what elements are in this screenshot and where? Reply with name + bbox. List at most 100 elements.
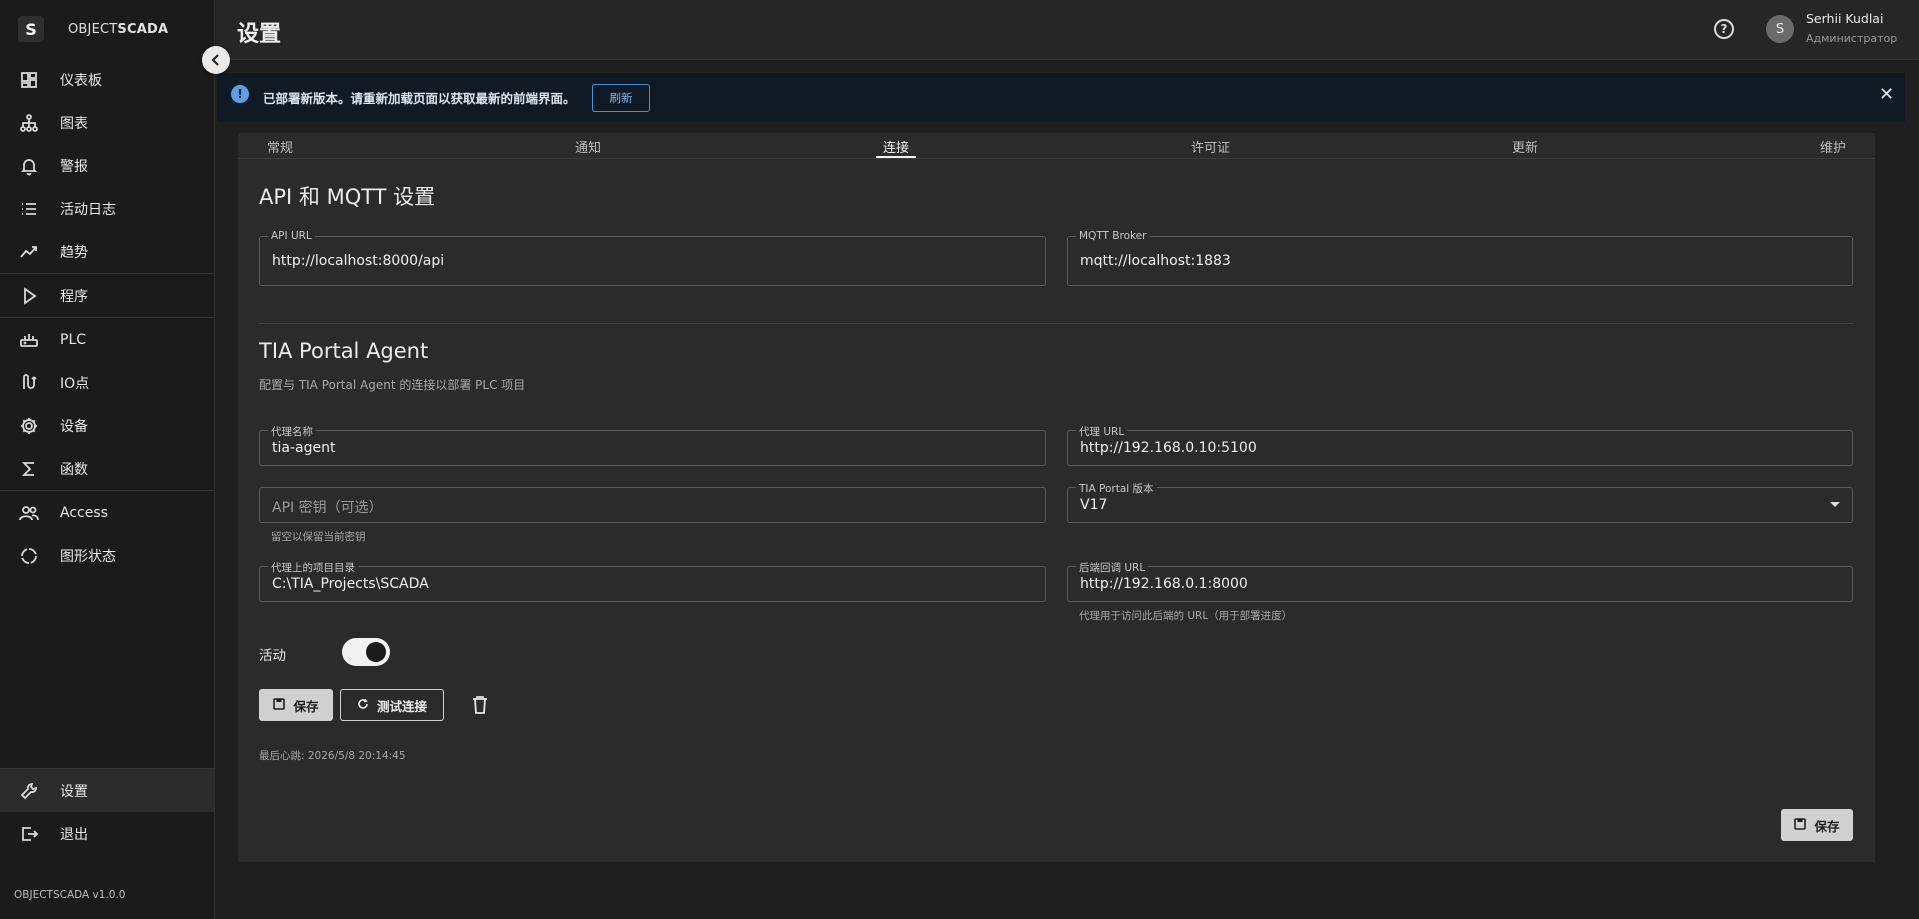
- router-icon: [18, 329, 40, 351]
- active-label: 活动: [259, 648, 286, 664]
- agent-name-field[interactable]: 代理名称 tia-agent: [259, 424, 1046, 466]
- users-icon: [18, 502, 40, 524]
- refresh-icon: [357, 698, 369, 713]
- active-tab-indicator: [876, 156, 916, 158]
- api-key-helper: 留空以保留当前密钥: [271, 531, 366, 543]
- brand-name: OBJECTSCADA: [68, 21, 169, 37]
- sidebar-item-10[interactable]: Access: [0, 491, 214, 534]
- tab-connection[interactable]: 连接: [883, 137, 909, 156]
- user-name: Serhii Kudlai: [1806, 11, 1884, 26]
- cycle-icon: [18, 545, 40, 567]
- tab-maintenance[interactable]: 维护: [1820, 137, 1846, 156]
- callback-url-label: 后端回调 URL: [1076, 560, 1149, 575]
- sidebar-item-8[interactable]: 设备: [0, 404, 214, 447]
- mqtt-broker-field[interactable]: MQTT Broker mqtt://localhost:1883: [1067, 230, 1853, 286]
- api-url-label: API URL: [268, 230, 315, 242]
- settings-tabs: 常规 通知 连接 许可证 更新 维护: [238, 133, 1875, 159]
- api-url-field[interactable]: API URL http://localhost:8000/api: [259, 230, 1046, 286]
- sidebar-item-4[interactable]: 趋势: [0, 230, 214, 273]
- gear-icon: [18, 415, 40, 437]
- sidebar-item-1[interactable]: 图表: [0, 101, 214, 144]
- sidebar-item-11[interactable]: 图形状态: [0, 534, 214, 577]
- tia-save-label: 保存: [293, 698, 319, 714]
- caret-down-icon: [1830, 502, 1840, 507]
- api-key-placeholder: API 密钥（可选）: [272, 500, 383, 516]
- sidebar-item-label: 退出: [60, 826, 88, 843]
- agent-url-label: 代理 URL: [1076, 424, 1128, 439]
- callback-url-field[interactable]: 后端回调 URL http://192.168.0.1:8000: [1067, 560, 1853, 602]
- toggle-knob: [366, 642, 386, 662]
- sidebar: S OBJECTSCADA 仪表板图表警报活动日志趋势 程序 PLC IO点设备函数 A…: [0, 0, 215, 919]
- page-title: 设置: [237, 22, 282, 47]
- tab-notifications[interactable]: 通知: [575, 137, 601, 156]
- sidebar-collapse-button[interactable]: [202, 46, 230, 74]
- footer-save-button[interactable]: 保存: [1781, 809, 1853, 841]
- sidebar-item-label: 活动日志: [60, 201, 116, 218]
- sidebar-item-5[interactable]: 程序: [0, 274, 214, 317]
- api-url-value: http://localhost:8000/api: [272, 253, 445, 269]
- sidebar-item-3[interactable]: 活动日志: [0, 187, 214, 230]
- sidebar-item-0[interactable]: 设置: [0, 769, 215, 812]
- settings-card: 常规 通知 连接 许可证 更新 维护 API 和 MQTT 设置 API URL…: [238, 133, 1875, 862]
- api-key-field[interactable]: API 密钥（可选）: [259, 487, 1046, 523]
- sigma-icon: [18, 458, 40, 480]
- io-icon: [18, 372, 40, 394]
- banner-message: 已部署新版本。请重新加载页面以获取最新的前端界面。: [263, 91, 576, 106]
- alert-info-icon: !: [231, 85, 249, 103]
- close-icon[interactable]: ✕: [1879, 84, 1894, 105]
- wrench-icon: [18, 780, 40, 802]
- dashboard-icon: [18, 69, 40, 91]
- sidebar-bottom: 设置退出: [0, 768, 215, 855]
- sidebar-item-label: 仪表板: [60, 72, 102, 89]
- sidebar-item-label: PLC: [60, 331, 87, 348]
- project-dir-value: C:\TIA_Projects\SCADA: [272, 576, 429, 592]
- sidebar-item-1[interactable]: 退出: [0, 812, 215, 855]
- tia-section-description: 配置与 TIA Portal Agent 的连接以部署 PLC 项目: [259, 378, 526, 392]
- tia-save-button[interactable]: 保存: [259, 689, 333, 721]
- mqtt-broker-value: mqtt://localhost:1883: [1080, 253, 1231, 269]
- top-header: 设置 ? S Serhii Kudlai Администратор: [216, 0, 1919, 60]
- callback-url-value: http://192.168.0.1:8000: [1080, 576, 1248, 592]
- refresh-button[interactable]: 刷新: [592, 84, 650, 112]
- trend-icon: [18, 241, 40, 263]
- play-icon: [18, 285, 40, 307]
- hierarchy-icon: [18, 112, 40, 134]
- tab-updates[interactable]: 更新: [1512, 137, 1538, 156]
- tab-license[interactable]: 许可证: [1191, 137, 1230, 156]
- update-banner: ! 已部署新版本。请重新加载页面以获取最新的前端界面。 刷新 ✕: [217, 73, 1905, 122]
- mqtt-broker-label: MQTT Broker: [1076, 230, 1150, 242]
- app-version: OBJECTSCADA v1.0.0: [14, 889, 126, 901]
- agent-name-value: tia-agent: [272, 440, 336, 456]
- logout-icon: [18, 823, 40, 845]
- tia-version-select[interactable]: TIA Portal 版本 V17: [1067, 481, 1853, 523]
- tia-section-title: TIA Portal Agent: [259, 339, 429, 363]
- sidebar-item-label: 设备: [60, 418, 88, 435]
- user-role: Администратор: [1806, 32, 1898, 45]
- tab-general[interactable]: 常规: [267, 137, 293, 156]
- avatar[interactable]: S: [1766, 15, 1794, 43]
- sidebar-item-label: IO点: [60, 375, 90, 392]
- brand-logo-icon: S: [18, 16, 44, 42]
- chevron-left-icon: [211, 54, 219, 66]
- active-toggle[interactable]: [342, 638, 390, 666]
- section-divider: [259, 323, 1853, 324]
- sidebar-item-label: Access: [60, 504, 108, 521]
- sidebar-item-2[interactable]: 警报: [0, 144, 214, 187]
- sidebar-item-7[interactable]: IO点: [0, 361, 214, 404]
- project-dir-field[interactable]: 代理上的项目目录 C:\TIA_Projects\SCADA: [259, 560, 1046, 602]
- sidebar-item-label: 图表: [60, 115, 88, 132]
- sidebar-item-9[interactable]: 函数: [0, 447, 214, 490]
- sidebar-item-0[interactable]: 仪表板: [0, 58, 214, 101]
- api-section-title: API 和 MQTT 设置: [259, 185, 436, 209]
- project-dir-label: 代理上的项目目录: [268, 560, 358, 575]
- tia-version-label: TIA Portal 版本: [1076, 481, 1157, 496]
- footer-save-label: 保存: [1814, 818, 1840, 834]
- last-heartbeat: 最后心跳: 2026/5/8 20:14:45: [259, 750, 406, 762]
- list-icon: [18, 198, 40, 220]
- trash-icon[interactable]: [471, 695, 489, 719]
- test-connection-button[interactable]: 测试连接: [340, 689, 444, 721]
- brand[interactable]: S OBJECTSCADA: [0, 0, 214, 58]
- help-icon[interactable]: ?: [1714, 19, 1734, 39]
- sidebar-item-6[interactable]: PLC: [0, 318, 214, 361]
- agent-url-field[interactable]: 代理 URL http://192.168.0.10:5100: [1067, 424, 1853, 466]
